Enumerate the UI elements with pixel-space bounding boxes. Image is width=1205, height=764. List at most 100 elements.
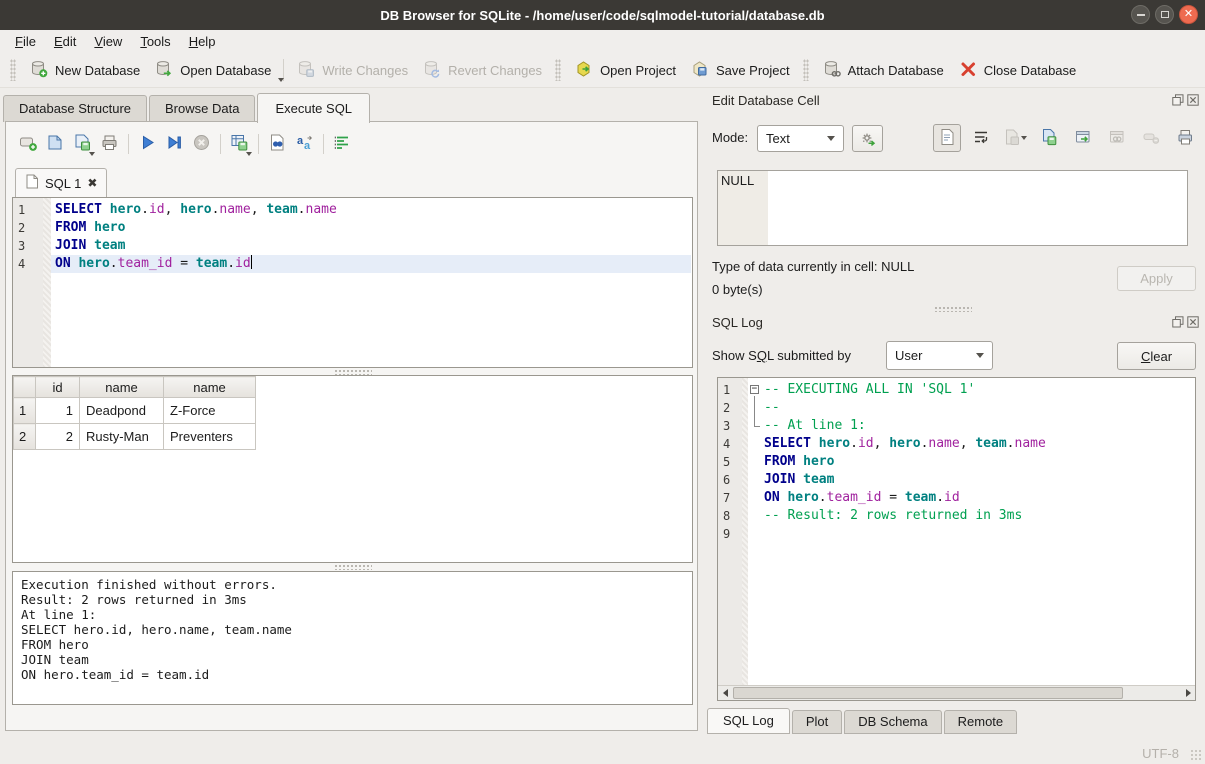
close-database-button[interactable]: Close Database [951,56,1084,85]
results-grid[interactable]: idnamename11DeadpondZ-Force22Rusty-ManPr… [12,375,693,563]
line-number: 1 [13,201,43,219]
format-button[interactable] [329,131,356,156]
sql-log-panel-title: SQL Log [712,315,763,330]
message-line: SELECT hero.id, hero.name, team.name [21,622,684,637]
tab-remote[interactable]: Remote [944,710,1018,734]
tab-browse-data[interactable]: Browse Data [149,95,255,122]
column-header-id[interactable]: id [36,377,80,398]
export-results-button[interactable] [226,131,253,156]
export-data-icon [1040,128,1058,149]
sql-log-view[interactable]: 1−-- EXECUTING ALL IN 'SQL 1'2--3-- At l… [717,377,1196,701]
scroll-right-icon[interactable] [1181,686,1195,700]
editor-line-numbers: 1234 [13,198,43,367]
text-mode-button[interactable] [933,124,961,152]
toolbar-grip[interactable] [555,59,561,81]
float-icon[interactable] [1172,316,1184,331]
execute-line-button[interactable] [161,131,188,156]
open-external-button[interactable] [1069,124,1097,152]
close-sql-tab-icon[interactable]: ✖ [87,177,97,189]
new-database-button[interactable]: New Database [22,56,147,85]
log-horizontal-scrollbar[interactable] [718,685,1195,700]
tab-plot[interactable]: Plot [792,710,842,734]
close-panel-icon[interactable] [1187,316,1199,331]
encoding-indicator[interactable]: UTF-8 [1142,746,1179,761]
line-number: 9 [718,525,742,543]
open-database-icon [154,59,174,82]
tab-database-structure[interactable]: Database Structure [3,95,147,122]
sql-editor[interactable]: 1234 SELECT hero.id, hero.name, team.nam… [12,197,693,368]
cell-editor[interactable]: NULL [717,170,1188,246]
auto-apply-button[interactable] [852,125,883,152]
menu-edit[interactable]: Edit [45,32,85,51]
table-row[interactable]: 11DeadpondZ-Force [14,398,256,424]
print-button[interactable] [96,131,123,156]
replace-button[interactable]: aa [291,131,318,156]
mode-select[interactable]: Text [757,125,844,152]
log-line: 2-- [718,399,1195,417]
menu-file[interactable]: File [6,32,45,51]
cell[interactable]: Deadpond [80,398,164,424]
save-sql-file-button[interactable] [69,131,96,156]
log-text: JOIN team [762,471,834,489]
log-text: -- EXECUTING ALL IN 'SQL 1' [762,381,975,399]
dropdown-arrow-icon[interactable] [246,152,252,156]
save-project-button[interactable]: Save Project [683,56,797,85]
open-database-button[interactable]: Open Database [147,56,278,85]
dropdown-arrow-icon[interactable] [278,78,284,82]
line-number: 8 [718,507,742,525]
tab-execute-sql[interactable]: Execute SQL [257,93,370,123]
cell[interactable]: Preventers [164,424,256,450]
table-row[interactable]: 22Rusty-ManPreventers [14,424,256,450]
find-button[interactable] [264,131,291,156]
log-filter-select[interactable]: User [886,341,993,370]
log-line: 6JOIN team [718,471,1195,489]
cell[interactable]: Rusty-Man [80,424,164,450]
cell[interactable]: 2 [36,424,80,450]
toolbar-grip[interactable] [10,59,16,81]
resize-grip[interactable] [1190,749,1203,762]
apply-button[interactable]: Apply [1117,266,1196,291]
export-data-button[interactable] [1035,124,1063,152]
menu-view[interactable]: View [85,32,131,51]
attach-database-button[interactable]: Attach Database [815,56,951,85]
open-sql-file-button[interactable] [42,131,69,156]
cell[interactable]: Z-Force [164,398,256,424]
tab-sql-log[interactable]: SQL Log [707,708,790,734]
results-messages-splitter[interactable] [12,564,693,570]
fold-marker[interactable]: − [748,381,762,399]
column-header-name[interactable]: name [164,377,256,398]
scroll-left-icon[interactable] [718,686,732,700]
minimize-button[interactable] [1131,5,1150,24]
title-bar[interactable]: DB Browser for SQLite - /home/user/code/… [0,0,1205,30]
float-icon[interactable] [1172,94,1184,109]
dropdown-arrow-icon[interactable] [89,152,95,156]
line-number: 4 [13,255,43,273]
cell-log-splitter[interactable] [933,306,973,312]
toolbar-grip[interactable] [803,59,809,81]
execute-all-button[interactable] [134,131,161,156]
fold-marker[interactable] [748,417,762,435]
close-panel-icon[interactable] [1187,94,1199,109]
tab-db-schema[interactable]: DB Schema [844,710,941,734]
log-line: 7ON hero.team_id = team.id [718,489,1195,507]
menu-tools[interactable]: Tools [131,32,179,51]
scrollbar-thumb[interactable] [733,687,1123,699]
toolbar-separator [323,134,324,154]
cell[interactable]: 1 [36,398,80,424]
print-cell-button[interactable] [1171,124,1199,152]
new-sql-tab-button[interactable] [15,131,42,156]
sql-document-tab[interactable]: SQL 1 ✖ [15,168,107,197]
maximize-button[interactable] [1155,5,1174,24]
menu-help[interactable]: Help [180,32,225,51]
fold-marker[interactable] [748,399,762,417]
line-number: 4 [718,435,742,453]
fold-collapse-icon[interactable]: − [750,385,759,394]
open-project-button[interactable]: Open Project [567,56,683,85]
word-wrap-button[interactable] [967,124,995,152]
message-line: ON hero.team_id = team.id [21,667,684,682]
column-header-name[interactable]: name [80,377,164,398]
clear-log-button[interactable]: Clear [1117,342,1196,370]
close-button[interactable]: ✕ [1179,5,1198,24]
dropdown-arrow-icon[interactable] [1021,136,1027,140]
row-number-header[interactable] [14,377,36,398]
